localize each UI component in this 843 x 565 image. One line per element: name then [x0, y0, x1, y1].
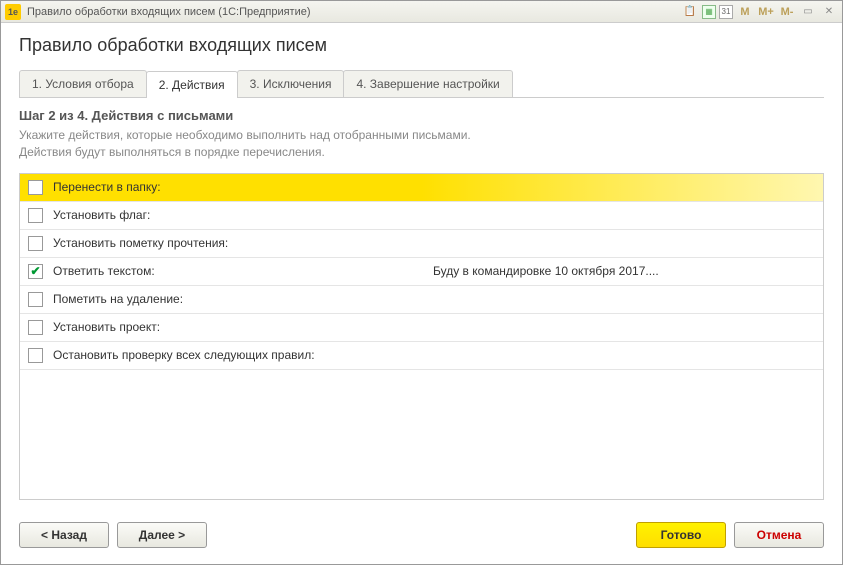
memory-mplus-button[interactable]: M+	[757, 4, 775, 20]
step-desc-line1: Укажите действия, которые необходимо вып…	[19, 128, 471, 142]
checkbox[interactable]	[28, 348, 43, 363]
action-row-move-folder[interactable]: Перенести в папку:	[20, 174, 823, 202]
actions-list: Перенести в папку: Установить флаг: Уста…	[19, 173, 824, 500]
action-row-set-project[interactable]: Установить проект:	[20, 314, 823, 342]
tab-actions[interactable]: 2. Действия	[146, 71, 238, 98]
minimize-button[interactable]: ▭	[799, 4, 817, 20]
checkbox[interactable]	[28, 208, 43, 223]
checkbox[interactable]: ✔	[28, 264, 43, 279]
step-title: Шаг 2 из 4. Действия с письмами	[19, 108, 824, 123]
tab-conditions[interactable]: 1. Условия отбора	[19, 70, 147, 97]
action-row-set-flag[interactable]: Установить флаг:	[20, 202, 823, 230]
window-title: Правило обработки входящих писем (1С:Пре…	[27, 6, 681, 18]
checkbox[interactable]	[28, 236, 43, 251]
calendar-icon[interactable]: 31	[719, 5, 733, 19]
checkbox[interactable]	[28, 292, 43, 307]
tab-exceptions[interactable]: 3. Исключения	[237, 70, 345, 97]
clipboard-icon[interactable]: 📋	[681, 4, 699, 20]
content-area: Правило обработки входящих писем 1. Усло…	[1, 23, 842, 512]
action-label: Перенести в папку:	[53, 180, 433, 194]
cancel-button[interactable]: Отмена	[734, 522, 824, 548]
checkbox[interactable]	[28, 180, 43, 195]
memory-mminus-button[interactable]: M-	[778, 4, 796, 20]
action-row-mark-delete[interactable]: Пометить на удаление:	[20, 286, 823, 314]
action-row-stop-rules[interactable]: Остановить проверку всех следующих прави…	[20, 342, 823, 370]
window: 1e Правило обработки входящих писем (1С:…	[0, 0, 843, 565]
titlebar-controls: 📋 ▦ 31 M M+ M- ▭ ✕	[681, 4, 838, 20]
finish-button[interactable]: Готово	[636, 522, 726, 548]
action-row-reply-text[interactable]: ✔ Ответить текстом: Буду в командировке …	[20, 258, 823, 286]
action-label: Остановить проверку всех следующих прави…	[53, 348, 433, 362]
titlebar: 1e Правило обработки входящих писем (1С:…	[1, 1, 842, 23]
action-row-set-read[interactable]: Установить пометку прочтения:	[20, 230, 823, 258]
footer: < Назад Далее > Готово Отмена	[1, 512, 842, 564]
checkbox[interactable]	[28, 320, 43, 335]
page-title: Правило обработки входящих писем	[19, 35, 824, 56]
action-label: Пометить на удаление:	[53, 292, 433, 306]
step-desc-line2: Действия будут выполняться в порядке пер…	[19, 145, 325, 159]
close-button[interactable]: ✕	[820, 4, 838, 20]
action-label: Установить пометку прочтения:	[53, 236, 433, 250]
tab-finish[interactable]: 4. Завершение настройки	[343, 70, 512, 97]
action-label: Установить флаг:	[53, 208, 433, 222]
memory-m-button[interactable]: M	[736, 4, 754, 20]
step-description: Укажите действия, которые необходимо вып…	[19, 127, 824, 161]
app-icon: 1e	[5, 4, 21, 20]
action-label: Установить проект:	[53, 320, 433, 334]
action-value: Буду в командировке 10 октября 2017....	[433, 264, 815, 278]
grid-icon[interactable]: ▦	[702, 5, 716, 19]
back-button[interactable]: < Назад	[19, 522, 109, 548]
next-button[interactable]: Далее >	[117, 522, 207, 548]
tabs: 1. Условия отбора 2. Действия 3. Исключе…	[19, 70, 824, 98]
action-label: Ответить текстом:	[53, 264, 433, 278]
